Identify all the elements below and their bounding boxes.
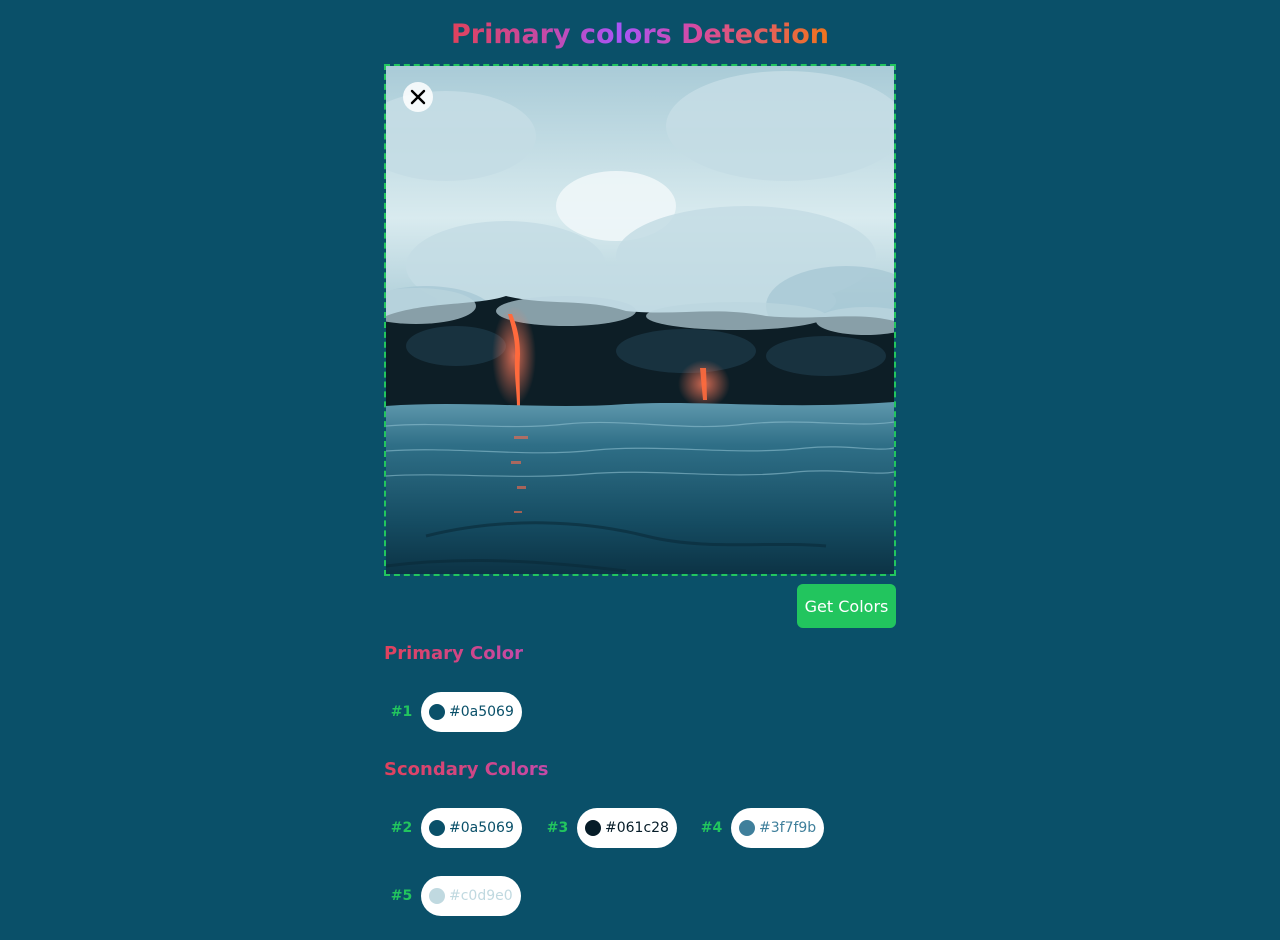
- get-colors-button[interactable]: Get Colors: [797, 584, 896, 628]
- swatch-number: #2: [390, 820, 413, 836]
- secondary-colors-heading: Scondary Colors: [384, 759, 549, 780]
- color-dot: [429, 704, 445, 720]
- hex-value: #3f7f9b: [759, 820, 817, 836]
- hex-value: #0a5069: [449, 704, 514, 720]
- color-dot: [429, 888, 445, 904]
- swatch-number: #1: [390, 704, 413, 720]
- color-pill[interactable]: #3f7f9b: [731, 808, 825, 848]
- color-dot: [585, 820, 601, 836]
- page-title-text: Primary colors Detection: [450, 19, 830, 50]
- secondary-swatch: #3 #061c28: [538, 808, 677, 848]
- remove-image-button[interactable]: [403, 82, 433, 112]
- secondary-swatch: #5 #c0d9e0: [382, 876, 521, 916]
- uploaded-image: [386, 66, 894, 574]
- color-pill[interactable]: #0a5069: [421, 808, 522, 848]
- hex-value: #0a5069: [449, 820, 514, 836]
- color-dot: [429, 820, 445, 836]
- color-pill[interactable]: #0a5069: [421, 692, 522, 732]
- primary-color-heading: Primary Color: [384, 643, 524, 664]
- secondary-swatch: #2 #0a5069: [382, 808, 522, 848]
- image-dropzone[interactable]: [384, 64, 896, 576]
- close-icon: [410, 89, 426, 105]
- primary-swatch: #1 #0a5069: [382, 692, 522, 732]
- hex-value: #c0d9e0: [449, 888, 513, 904]
- color-pill[interactable]: #061c28: [577, 808, 677, 848]
- swatch-number: #3: [546, 820, 569, 836]
- swatch-number: #4: [700, 820, 723, 836]
- swatch-number: #5: [390, 888, 413, 904]
- color-pill[interactable]: #c0d9e0: [421, 876, 521, 916]
- color-dot: [739, 820, 755, 836]
- secondary-swatch: #4 #3f7f9b: [692, 808, 825, 848]
- hex-value: #061c28: [605, 820, 669, 836]
- page-title: Primary colors Detection: [0, 14, 1280, 56]
